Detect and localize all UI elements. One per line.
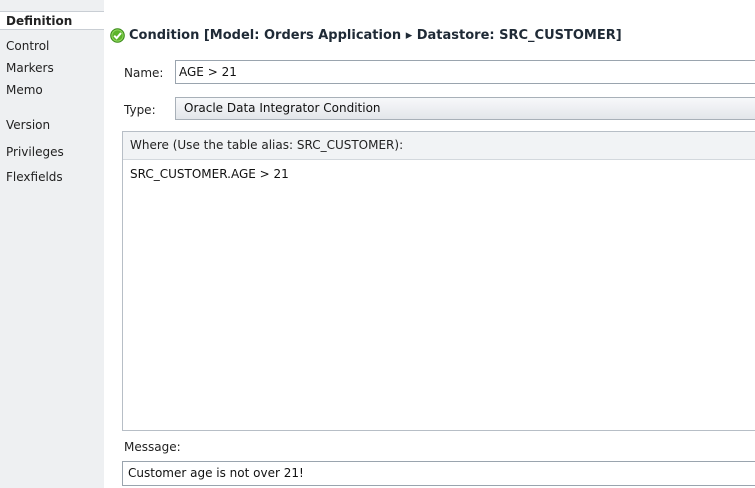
message-label: Message: xyxy=(124,440,181,454)
check-icon xyxy=(110,27,125,43)
type-label: Type: xyxy=(124,103,156,117)
sidebar-item-definition[interactable]: Definition xyxy=(0,11,104,30)
page-title: Condition [Model: Orders Application ▸ D… xyxy=(129,27,622,43)
sidebar-item-control[interactable]: Control xyxy=(0,36,104,56)
main-panel: Condition [Model: Orders Application ▸ D… xyxy=(104,0,755,488)
name-field[interactable]: AGE > 21 xyxy=(175,60,755,84)
name-label: Name: xyxy=(124,66,164,80)
type-select[interactable]: Oracle Data Integrator Condition xyxy=(175,97,755,120)
sidebar-item-memo[interactable]: Memo xyxy=(0,80,104,100)
header: Condition [Model: Orders Application ▸ D… xyxy=(110,26,622,44)
where-editor[interactable]: SRC_CUSTOMER.AGE > 21 xyxy=(123,160,755,420)
where-box: Where (Use the table alias: SRC_CUSTOMER… xyxy=(122,131,755,431)
where-label: Where (Use the table alias: SRC_CUSTOMER… xyxy=(123,132,755,160)
sidebar-item-privileges[interactable]: Privileges xyxy=(0,142,104,162)
sidebar-item-markers[interactable]: Markers xyxy=(0,58,104,78)
sidebar-item-version[interactable]: Version xyxy=(0,115,104,135)
message-field[interactable]: Customer age is not over 21! xyxy=(122,461,755,486)
sidebar: Definition Control Markers Memo Version … xyxy=(0,0,104,488)
sidebar-item-flexfields[interactable]: Flexfields xyxy=(0,167,104,187)
